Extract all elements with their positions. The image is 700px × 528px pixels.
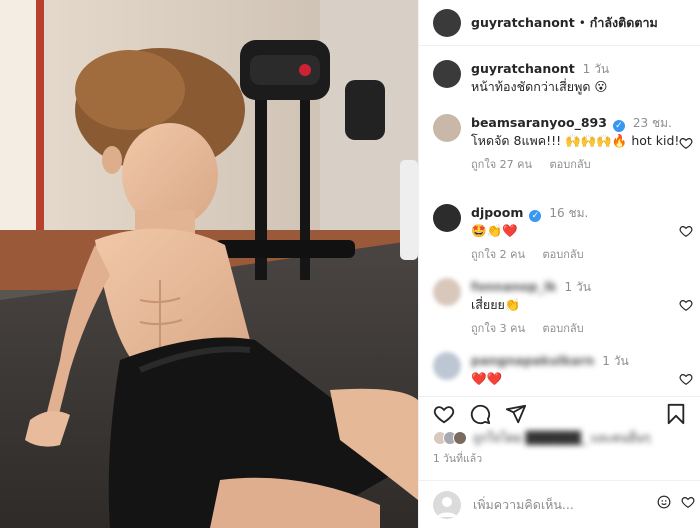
caption-username[interactable]: guyratchanont bbox=[471, 61, 575, 76]
comment-text: โหดจัด 8แพค!!! 🙌🙌🙌🔥 hot kid! bbox=[471, 133, 680, 148]
comment-input[interactable]: เพิ่มความคิดเห็น... bbox=[473, 495, 574, 515]
commenter-username[interactable]: pangnapakulkarn bbox=[471, 353, 594, 368]
comment-time: 1 วัน bbox=[564, 280, 591, 294]
verified-badge-icon: ✓ bbox=[529, 210, 542, 222]
comment-likes[interactable]: ถูกใจ 2 คน bbox=[471, 248, 525, 261]
caption-avatar[interactable] bbox=[433, 60, 461, 88]
comment-item: pangnapakulkarn 1 วัน ❤️❤️ bbox=[433, 352, 693, 387]
heart-icon[interactable] bbox=[679, 372, 693, 386]
share-icon[interactable] bbox=[505, 403, 527, 425]
heart-icon[interactable] bbox=[679, 298, 693, 312]
post-photo[interactable] bbox=[0, 0, 418, 528]
comments-list[interactable]: guyratchanont 1 วัน หน้าท้องชัดกว่าเสี่ย… bbox=[419, 46, 700, 396]
post-header: guyratchanont • กำลังติดตาม bbox=[419, 0, 700, 46]
comment-item: djpoom ✓ 16 ชม. 🤩👏❤️ ถูกใจ 2 คน ตอบกลับ bbox=[433, 204, 693, 263]
post-time: 1 วันที่แล้ว bbox=[433, 453, 483, 465]
commenter-username[interactable]: beamsaranyoo_893 bbox=[471, 115, 607, 130]
post-image bbox=[0, 0, 418, 528]
action-bar bbox=[419, 396, 700, 430]
emoji-icon[interactable] bbox=[657, 495, 671, 509]
current-user-avatar bbox=[433, 490, 461, 519]
caption-text: หน้าท้องชัดกว่าเสี่ยพูด 😮 bbox=[471, 79, 608, 94]
comment-time: 1 วัน bbox=[602, 354, 629, 368]
comment-text: เสี่ยยย👏 bbox=[471, 297, 521, 312]
commenter-username[interactable]: djpoom bbox=[471, 205, 523, 220]
liker-avatar bbox=[453, 431, 467, 445]
comment-icon[interactable] bbox=[469, 403, 491, 425]
liked-by[interactable]: ถูกใจโดย ██████_ และคนอื่นๆ bbox=[433, 428, 650, 448]
comment-likes[interactable]: ถูกใจ 3 คน bbox=[471, 322, 525, 335]
caption: guyratchanont 1 วัน หน้าท้องชัดกว่าเสี่ย… bbox=[433, 60, 693, 95]
author-avatar[interactable] bbox=[433, 8, 461, 37]
following-button[interactable]: กำลังติดตาม bbox=[590, 13, 658, 33]
comment-item: beamsaranyoo_893 ✓ 23 ชม. โหดจัด 8แพค!!!… bbox=[433, 114, 693, 173]
commenter-avatar[interactable] bbox=[433, 352, 461, 380]
heart-icon[interactable] bbox=[681, 495, 695, 509]
post-panel: guyratchanont • กำลังติดตาม guyratchanon… bbox=[418, 0, 700, 528]
comment-item: fonnanop_lk 1 วัน เสี่ยยย👏 ถูกใจ 3 คน ตอ… bbox=[433, 278, 693, 337]
commenter-avatar[interactable] bbox=[433, 204, 461, 232]
bookmark-icon[interactable] bbox=[665, 403, 687, 425]
comment-time: 16 ชม. bbox=[549, 206, 589, 220]
add-comment-bar: เพิ่มความคิดเห็น... bbox=[419, 480, 700, 528]
heart-icon[interactable] bbox=[679, 224, 693, 238]
reply-button[interactable]: ตอบกลับ bbox=[550, 158, 591, 171]
user-placeholder-icon bbox=[437, 496, 457, 517]
commenter-avatar[interactable] bbox=[433, 114, 461, 142]
comment-text: ❤️❤️ bbox=[471, 371, 503, 386]
reply-button[interactable]: ตอบกลับ bbox=[543, 322, 584, 335]
commenter-avatar[interactable] bbox=[433, 278, 461, 306]
caption-time: 1 วัน bbox=[582, 62, 610, 76]
comment-likes[interactable]: ถูกใจ 27 คน bbox=[471, 158, 532, 171]
author-username[interactable]: guyratchanont bbox=[471, 15, 575, 30]
heart-icon[interactable] bbox=[433, 403, 455, 425]
header-separator: • bbox=[578, 15, 586, 30]
comment-time: 23 ชม. bbox=[632, 116, 672, 130]
reply-button[interactable]: ตอบกลับ bbox=[543, 248, 584, 261]
commenter-username[interactable]: fonnanop_lk bbox=[471, 279, 557, 294]
verified-badge-icon: ✓ bbox=[612, 120, 625, 132]
comment-text: 🤩👏❤️ bbox=[471, 223, 518, 238]
heart-icon[interactable] bbox=[679, 136, 693, 150]
liked-by-text[interactable]: ถูกใจโดย ██████_ และคนอื่นๆ bbox=[473, 429, 650, 448]
